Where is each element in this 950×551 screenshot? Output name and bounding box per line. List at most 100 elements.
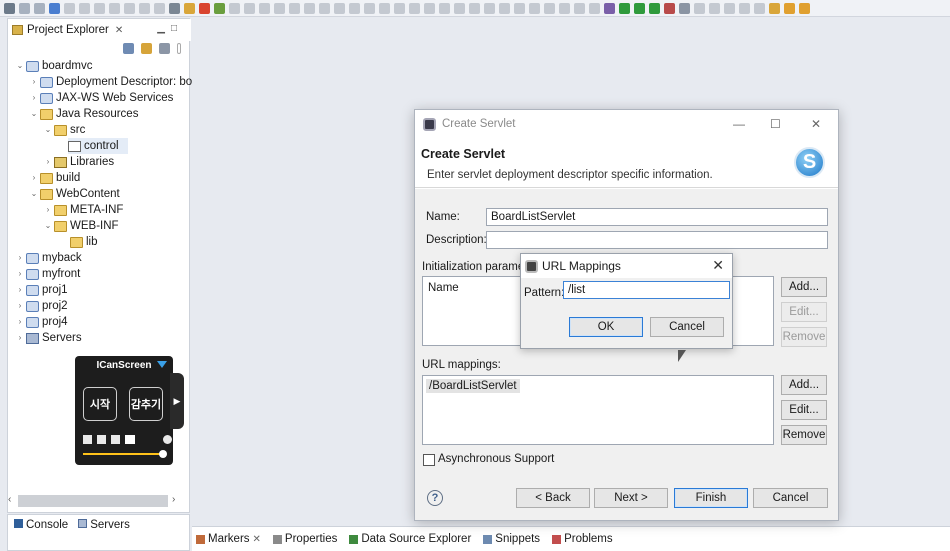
add-init-param-button[interactable]: Add...	[781, 277, 827, 297]
debug-icon[interactable]	[604, 2, 615, 14]
add-url-mapping-button[interactable]: Add...	[781, 375, 827, 395]
close-tab-icon[interactable]: ✕	[115, 25, 123, 36]
new-file-icon[interactable]	[4, 2, 15, 14]
toolbar-icon-b[interactable]	[244, 2, 255, 14]
toolbar-icon-y[interactable]	[589, 2, 600, 14]
toolbar-icon-x[interactable]	[574, 2, 585, 14]
toolbar-icon-z2[interactable]	[709, 2, 720, 14]
toolbar-icon-i[interactable]	[349, 2, 360, 14]
menu-icon[interactable]	[169, 2, 180, 14]
toolbar-icon-z7[interactable]	[784, 2, 795, 14]
close-icon[interactable]: ✕	[712, 257, 724, 274]
expand-arrow-icon[interactable]: ›	[14, 266, 26, 282]
step-icon[interactable]	[109, 2, 120, 14]
minimize-icon[interactable]: —	[733, 117, 745, 131]
toolbar-icon-z6[interactable]	[769, 2, 780, 14]
volume-slider[interactable]	[83, 453, 163, 455]
step-over-icon[interactable]	[124, 2, 135, 14]
toolbar-icon-g[interactable]	[319, 2, 330, 14]
help-icon[interactable]: ?	[427, 490, 443, 506]
toolbar-icon-h[interactable]	[334, 2, 345, 14]
view-menu-icon[interactable]	[177, 43, 181, 54]
expand-arrow-icon[interactable]: ›	[42, 154, 54, 170]
expand-arrow-icon[interactable]: ›	[42, 202, 54, 218]
expand-arrow-icon[interactable]: ›	[14, 282, 26, 298]
expand-arrow-icon[interactable]: ›	[14, 314, 26, 330]
finish-button[interactable]: Finish	[674, 488, 748, 508]
tree-item-build[interactable]: › build	[28, 170, 81, 186]
toolbar-icon-z5[interactable]	[754, 2, 765, 14]
toolbar-icon-q[interactable]	[469, 2, 480, 14]
toolbar-icon-v[interactable]	[544, 2, 555, 14]
toolbar-icon-m[interactable]	[409, 2, 420, 14]
expand-arrow-icon[interactable]: ⌄	[42, 218, 54, 234]
start-recording-button[interactable]: 시작	[83, 387, 117, 421]
expand-arrow-icon[interactable]: ›	[28, 170, 40, 186]
external-tools-icon[interactable]	[649, 2, 660, 14]
tab-snippets[interactable]: Snippets	[483, 533, 540, 545]
tree-item-src[interactable]: ⌄ src	[42, 122, 86, 138]
expand-arrow-icon[interactable]: ▶	[170, 373, 184, 429]
expand-arrow-icon[interactable]: ›	[28, 90, 40, 106]
edit-init-param-button[interactable]: Edit...	[781, 302, 827, 322]
save-all-icon[interactable]	[34, 2, 45, 14]
remove-url-mapping-button[interactable]: Remove	[781, 425, 827, 445]
expand-arrow-icon[interactable]: ›	[14, 298, 26, 314]
toolbar-icon-o[interactable]	[439, 2, 450, 14]
build-icon[interactable]	[184, 2, 195, 14]
back-button[interactable]: < Back	[516, 488, 590, 508]
minimize-icon[interactable]: ▁	[157, 23, 171, 34]
tree-item-proj1[interactable]: › proj1	[14, 282, 68, 298]
tab-servers[interactable]: Servers	[78, 519, 130, 546]
pause-icon[interactable]	[64, 2, 75, 14]
toolbar-icon-z1[interactable]	[694, 2, 705, 14]
expand-arrow-icon[interactable]: ⌄	[28, 106, 40, 122]
toolbar-icon-j[interactable]	[364, 2, 375, 14]
tree-item-myfront[interactable]: › myfront	[14, 266, 81, 282]
tree-item-web-inf[interactable]: ⌄ WEB-INF	[42, 218, 119, 234]
toolbar-icon-k[interactable]	[379, 2, 390, 14]
url-mappings-list[interactable]: /BoardListServlet	[422, 375, 774, 445]
expand-arrow-icon[interactable]: ›	[28, 74, 40, 90]
coverage-icon[interactable]	[634, 2, 645, 14]
expand-arrow-icon[interactable]: ›	[14, 250, 26, 266]
tree-item-deployment-descriptor[interactable]: › Deployment Descriptor: bo	[28, 74, 193, 90]
print-icon[interactable]	[49, 2, 60, 14]
toolbar-icon-w[interactable]	[559, 2, 570, 14]
disconnect-icon[interactable]	[94, 2, 105, 14]
tree-item-java-resources[interactable]: ⌄ Java Resources	[28, 106, 139, 122]
slider-knob[interactable]	[159, 450, 167, 458]
hide-button[interactable]: 감추기	[129, 387, 163, 421]
tree-item-proj4[interactable]: › proj4	[14, 314, 68, 330]
gear-icon[interactable]	[163, 435, 172, 444]
filter-icon[interactable]	[159, 43, 170, 54]
dropdown-triangle-icon[interactable]	[157, 361, 167, 368]
drop-frame-icon[interactable]	[154, 2, 165, 14]
camera-icon[interactable]	[125, 435, 135, 444]
maximize-icon[interactable]: ☐	[770, 117, 781, 131]
toolbar-icon-l[interactable]	[394, 2, 405, 14]
toolbar-icon-f[interactable]	[304, 2, 315, 14]
tab-data-source-explorer[interactable]: Data Source Explorer	[349, 533, 471, 545]
toolbar-icon-s[interactable]	[499, 2, 510, 14]
tree-item-libraries[interactable]: › Libraries	[42, 154, 114, 170]
url-cancel-button[interactable]: Cancel	[650, 317, 724, 337]
next-button[interactable]: Next >	[594, 488, 668, 508]
stop-icon[interactable]	[79, 2, 90, 14]
toolbar-icon-t[interactable]	[514, 2, 525, 14]
tree-item-servers[interactable]: › Servers	[14, 330, 82, 346]
toolbar-icon-p[interactable]	[454, 2, 465, 14]
tree-item-boardmvc[interactable]: ⌄ boardmvc	[14, 58, 93, 74]
toolbar-icon-z4[interactable]	[739, 2, 750, 14]
toolbar-icon-a[interactable]	[229, 2, 240, 14]
edit-url-mapping-button[interactable]: Edit...	[781, 400, 827, 420]
step-return-icon[interactable]	[139, 2, 150, 14]
link-editor-icon[interactable]	[141, 43, 152, 54]
horizontal-scrollbar[interactable]	[18, 495, 168, 507]
tab-markers[interactable]: Markers ✕	[196, 533, 261, 545]
tree-item-webcontent[interactable]: ⌄ WebContent	[28, 186, 120, 202]
tree-item-meta-inf[interactable]: › META-INF	[42, 202, 124, 218]
maximize-icon[interactable]: □	[171, 23, 183, 34]
remove-init-param-button[interactable]: Remove	[781, 327, 827, 347]
save-icon[interactable]	[19, 2, 30, 14]
